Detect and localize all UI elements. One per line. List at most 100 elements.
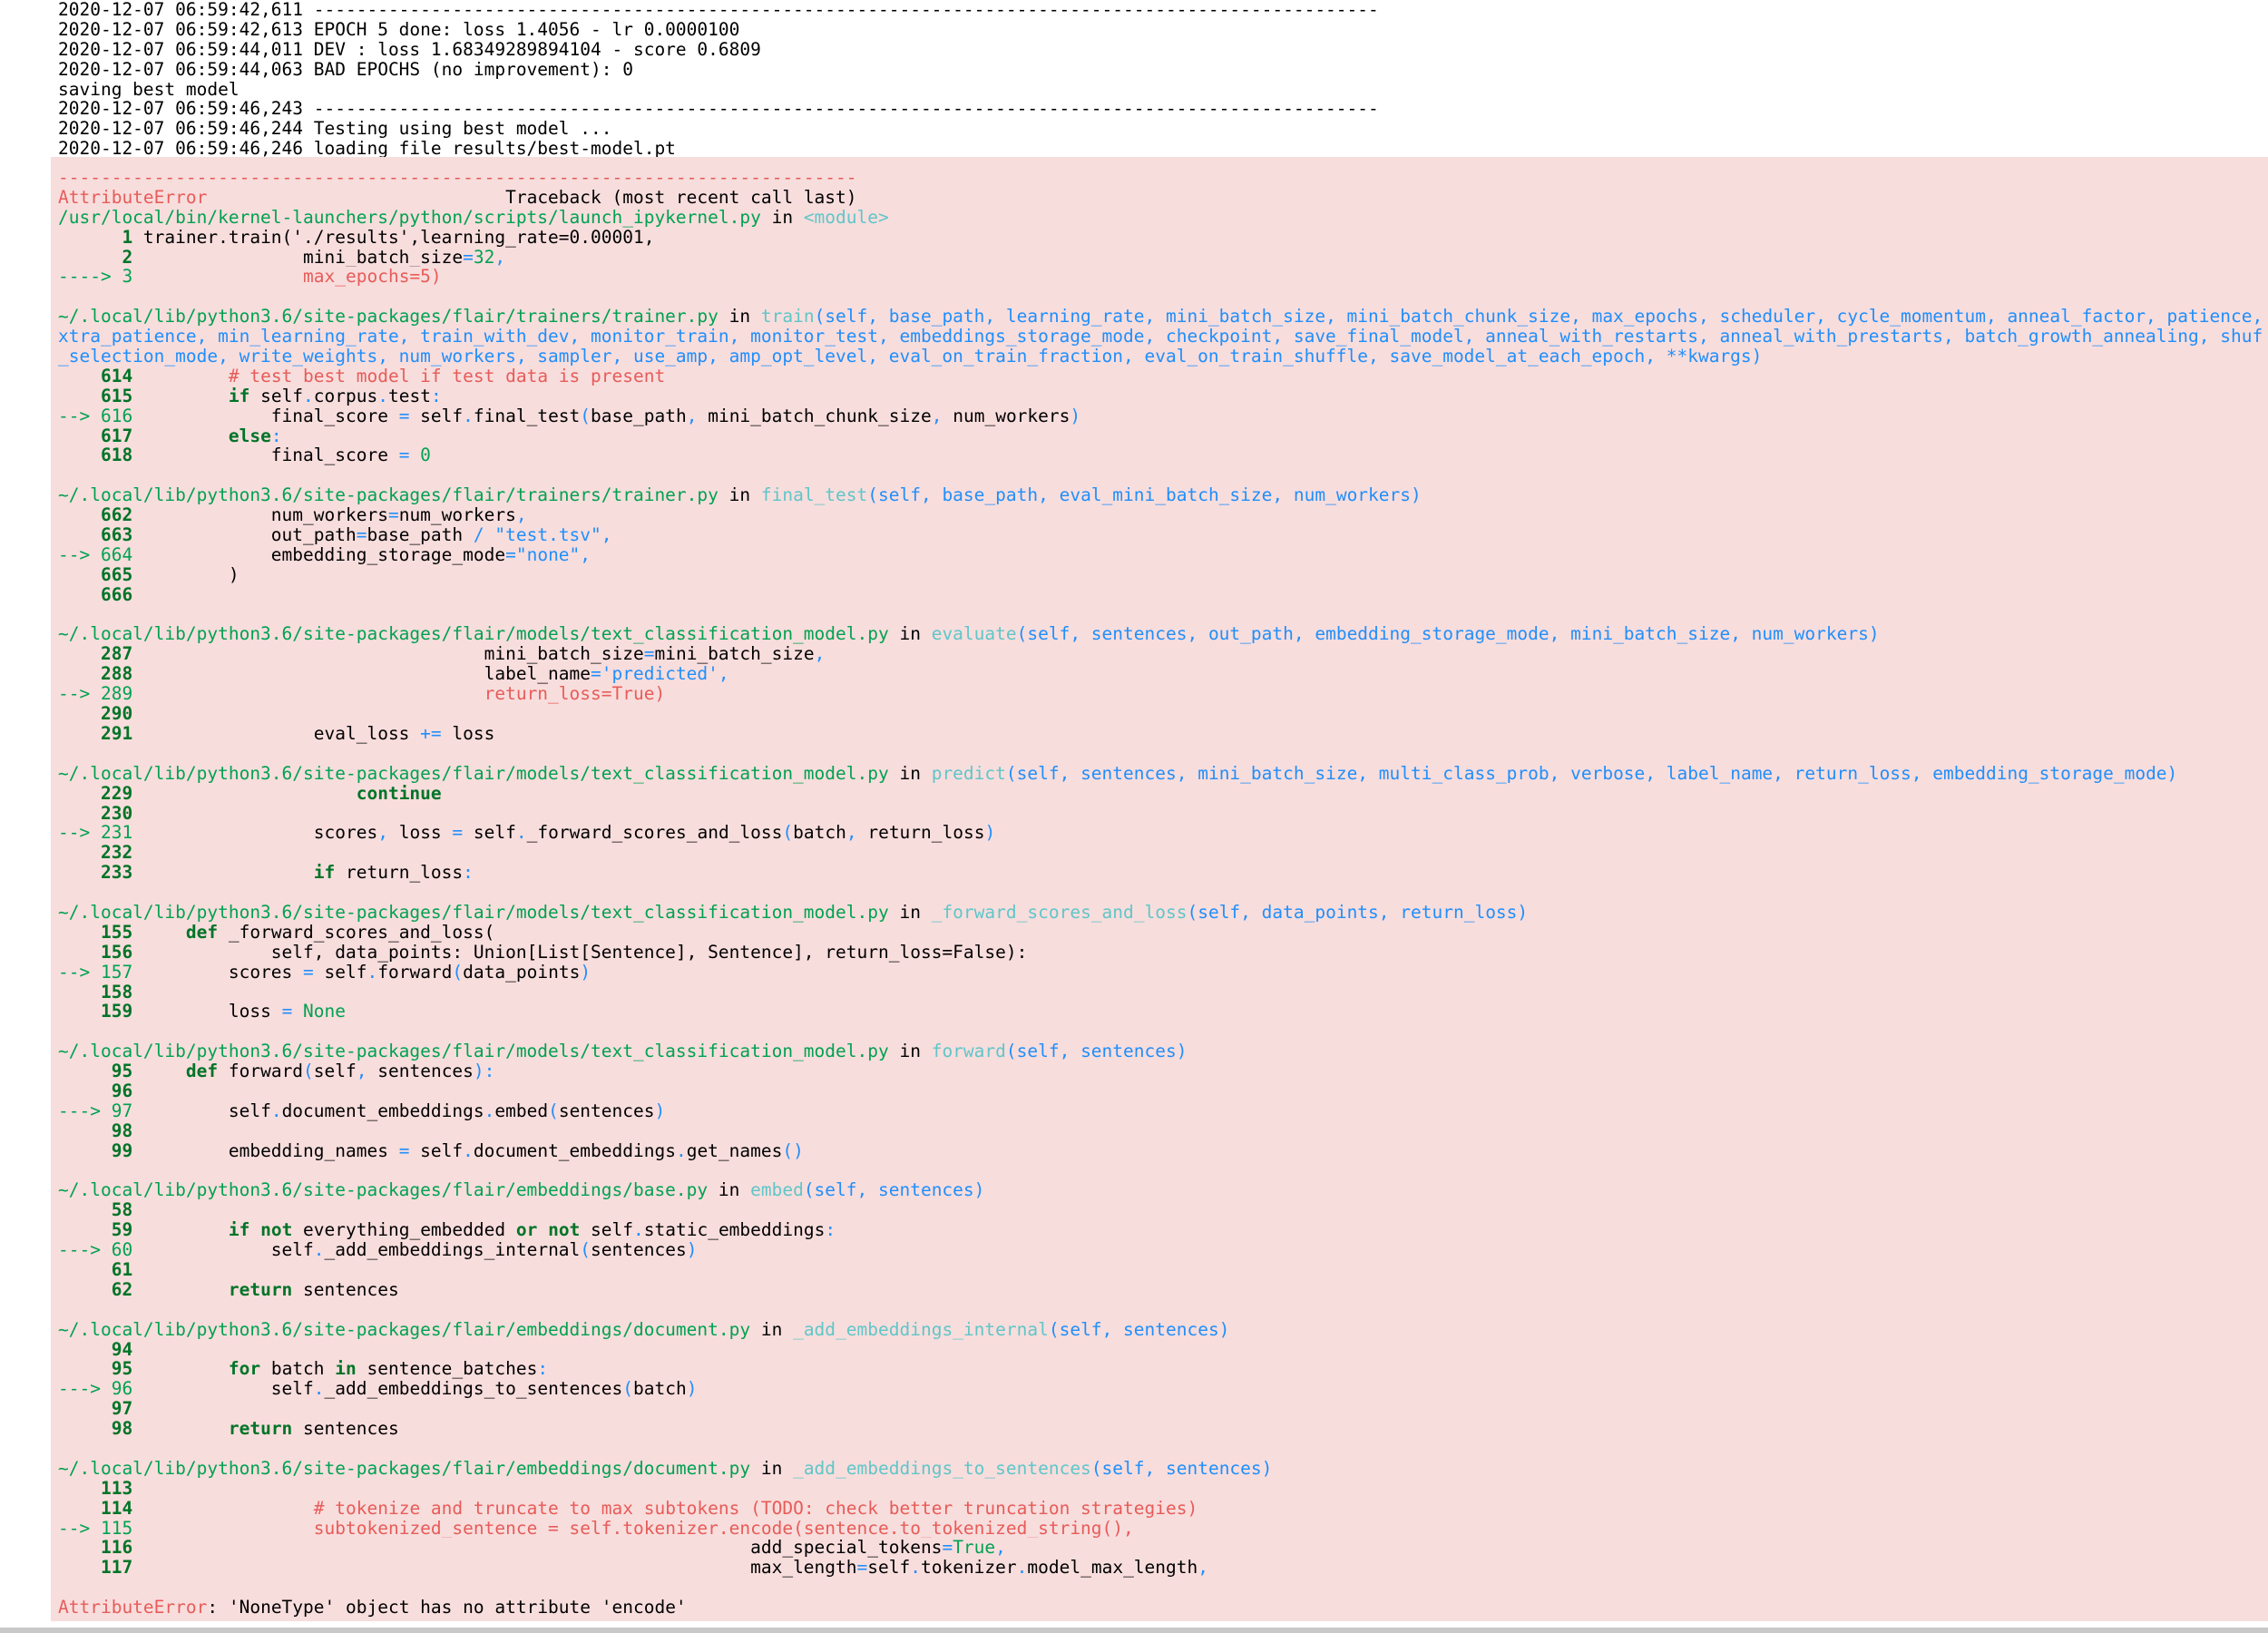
- traceback-segment: .: [313, 1240, 325, 1260]
- traceback-segment: [132, 923, 186, 943]
- traceback-segment: (: [622, 1379, 634, 1400]
- traceback-segment: continue: [356, 783, 442, 804]
- traceback-line: ~/.local/lib/python3.6/site-packages/fla…: [58, 485, 2268, 505]
- traceback-segment: document_embeddings: [281, 1100, 484, 1121]
- traceback-segment: [132, 684, 484, 704]
- traceback-line: ----------------------------------------…: [58, 168, 2268, 188]
- traceback-segment: ---> 60: [58, 1240, 133, 1260]
- traceback-segment: self: [867, 1558, 911, 1579]
- traceback-segment: =: [356, 525, 367, 545]
- traceback-segment: final_score: [132, 445, 399, 466]
- traceback-segment: ----> 3: [58, 267, 133, 288]
- traceback-segment: _forward_scores_and_loss: [931, 902, 1188, 923]
- traceback-segment: (self, base_path, eval_mini_batch_size, …: [867, 485, 1422, 506]
- traceback-segment: =: [942, 1538, 953, 1559]
- traceback-segment: 665: [58, 564, 133, 585]
- traceback-segment: 155: [58, 922, 133, 943]
- traceback-segment: 288: [58, 664, 133, 685]
- log-line: saving best model: [58, 79, 240, 100]
- traceback-line: 98 return sentences: [58, 1419, 2268, 1439]
- traceback-segment: in: [888, 624, 932, 645]
- traceback-segment: mini_batch_size: [132, 247, 464, 268]
- traceback-segment: ):: [473, 1061, 495, 1081]
- traceback-segment: 615: [58, 386, 133, 406]
- traceback-segment: --> 616: [58, 406, 133, 426]
- traceback-line: 116 add_special_tokens=True,: [58, 1538, 2268, 1558]
- traceback-line: 233 if return_loss:: [58, 863, 2268, 883]
- traceback-segment: trainer.train('./results',learning_rate=…: [132, 227, 655, 248]
- traceback-segment: evaluate: [931, 624, 1017, 645]
- traceback-segment: self: [132, 1379, 314, 1400]
- traceback-line: 662 num_workers=num_workers,: [58, 505, 2268, 525]
- traceback-line: 158: [58, 983, 2268, 1002]
- log-line: 2020-12-07 06:59:46,244 Testing using be…: [58, 119, 612, 140]
- traceback-segment: base_path: [367, 525, 474, 545]
- traceback-line: ---> 96 self._add_embeddings_to_sentence…: [58, 1379, 2268, 1399]
- traceback-segment: AttributeError: [58, 187, 208, 208]
- traceback-segment: .: [484, 1100, 495, 1121]
- traceback-segment: .: [633, 1220, 644, 1241]
- traceback-segment: ): [1070, 406, 1081, 426]
- traceback-segment: in: [750, 1458, 794, 1479]
- traceback-segment: _add_embeddings_internal: [793, 1319, 1049, 1340]
- traceback-segment: not: [537, 1220, 581, 1241]
- traceback-segment: self: [249, 386, 304, 406]
- traceback-segment: num_workers: [942, 406, 1070, 426]
- traceback-segment: 97: [58, 1399, 133, 1420]
- traceback-segment: base_path: [591, 406, 687, 426]
- traceback-segment: # test best model if test data is presen…: [228, 366, 666, 386]
- traceback-segment: 662: [58, 505, 133, 526]
- traceback-segment: sentences: [292, 1279, 399, 1300]
- traceback-segment: sentence_batches: [356, 1359, 538, 1380]
- traceback-segment: =: [398, 406, 410, 426]
- traceback-segment: document_embeddings: [473, 1140, 676, 1161]
- traceback-segment: (: [548, 1100, 559, 1121]
- traceback-line: [58, 605, 2268, 625]
- traceback-segment: 95: [58, 1061, 133, 1081]
- log-line: 2020-12-07 06:59:44,011 DEV : loss 1.683…: [58, 39, 761, 60]
- traceback-segment: in: [718, 485, 761, 506]
- traceback-segment: 232: [58, 843, 133, 864]
- traceback-segment: .: [377, 386, 388, 406]
- traceback-segment: =: [387, 505, 399, 526]
- traceback-segment: sentences: [367, 1061, 474, 1081]
- traceback-segment: ,: [377, 823, 388, 844]
- traceback-segment: "test.tsv": [484, 525, 601, 545]
- traceback-segment: _forward_scores_and_loss(: [218, 922, 495, 943]
- traceback-line: xtra_patience, min_learning_rate, train_…: [58, 327, 2268, 347]
- traceback-segment: max_length: [132, 1558, 857, 1579]
- traceback-segment: 0: [409, 445, 431, 466]
- traceback-segment: (: [452, 962, 464, 983]
- traceback-segment: return_loss: [335, 863, 464, 884]
- traceback-segment: --> 664: [58, 544, 133, 565]
- traceback-segment: ): [984, 823, 996, 844]
- traceback-segment: .: [313, 1379, 325, 1400]
- traceback-lines: ----------------------------------------…: [58, 168, 2268, 1618]
- traceback-segment: subtokenized_sentence = self.tokenizer.e…: [313, 1518, 1134, 1539]
- traceback-segment: [132, 1061, 186, 1081]
- traceback-segment: 2: [58, 247, 133, 268]
- traceback-segment: 117: [58, 1558, 133, 1579]
- traceback-segment: (: [303, 1061, 314, 1081]
- traceback-segment: ~/.local/lib/python3.6/site-packages/fla…: [58, 624, 889, 645]
- traceback-segment: in: [708, 1180, 751, 1201]
- traceback-line: 230: [58, 804, 2268, 824]
- traceback-line: --> 664 embedding_storage_mode="none",: [58, 545, 2268, 565]
- traceback-segment: not: [249, 1220, 293, 1241]
- traceback-segment: (self, sentences, mini_batch_size, multi…: [1005, 763, 2178, 784]
- traceback-segment: self: [409, 1140, 464, 1161]
- traceback-segment: ): [132, 564, 240, 585]
- traceback-segment: scores: [132, 823, 378, 844]
- traceback-segment: 159: [58, 1002, 133, 1022]
- traceback-line: 95 for batch in sentence_batches:: [58, 1359, 2268, 1379]
- traceback-segment: forward: [218, 1061, 304, 1081]
- traceback-line: [58, 1578, 2268, 1598]
- traceback-segment: .: [463, 1140, 474, 1161]
- traceback-segment: --> 157: [58, 962, 133, 983]
- traceback-segment: [132, 784, 357, 804]
- traceback-segment: in: [888, 902, 932, 923]
- traceback-segment: :: [430, 386, 442, 406]
- traceback-segment: self: [313, 962, 367, 983]
- traceback-segment: 59: [58, 1220, 133, 1241]
- traceback-segment: in: [750, 1319, 794, 1340]
